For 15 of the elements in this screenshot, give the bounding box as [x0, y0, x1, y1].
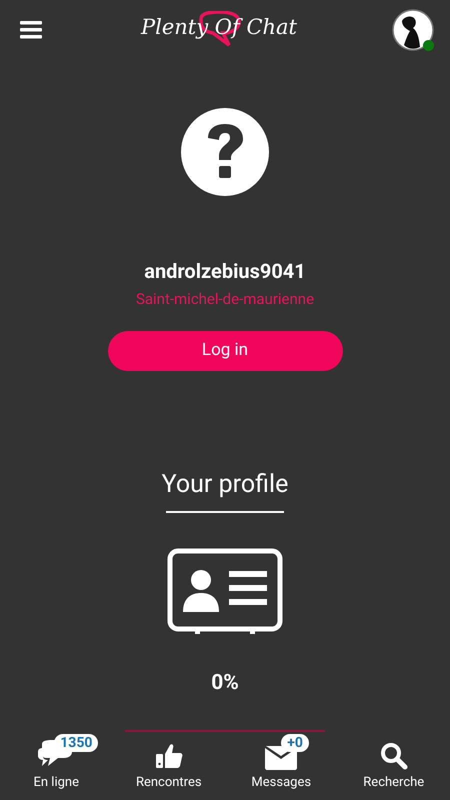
- login-button[interactable]: Log in: [108, 331, 342, 371]
- avatar: [392, 9, 434, 51]
- search-icon: [380, 742, 408, 770]
- username: androlzebius9041: [144, 259, 306, 283]
- nav-tab[interactable]: Recherche: [338, 738, 450, 800]
- thumbs-up-icon: [154, 742, 183, 770]
- menu-icon: [20, 21, 42, 39]
- count-badge: +0: [281, 734, 309, 752]
- envelope-icon: [265, 746, 298, 770]
- location: Saint-michel-de-maurienne: [136, 289, 314, 309]
- nav-tab[interactable]: Rencontres: [112, 738, 225, 800]
- section-title: Your profile: [162, 469, 288, 501]
- completion-percentage: 0%: [211, 670, 239, 697]
- count-badge: 1350: [54, 734, 98, 752]
- id-card-icon: [167, 548, 283, 634]
